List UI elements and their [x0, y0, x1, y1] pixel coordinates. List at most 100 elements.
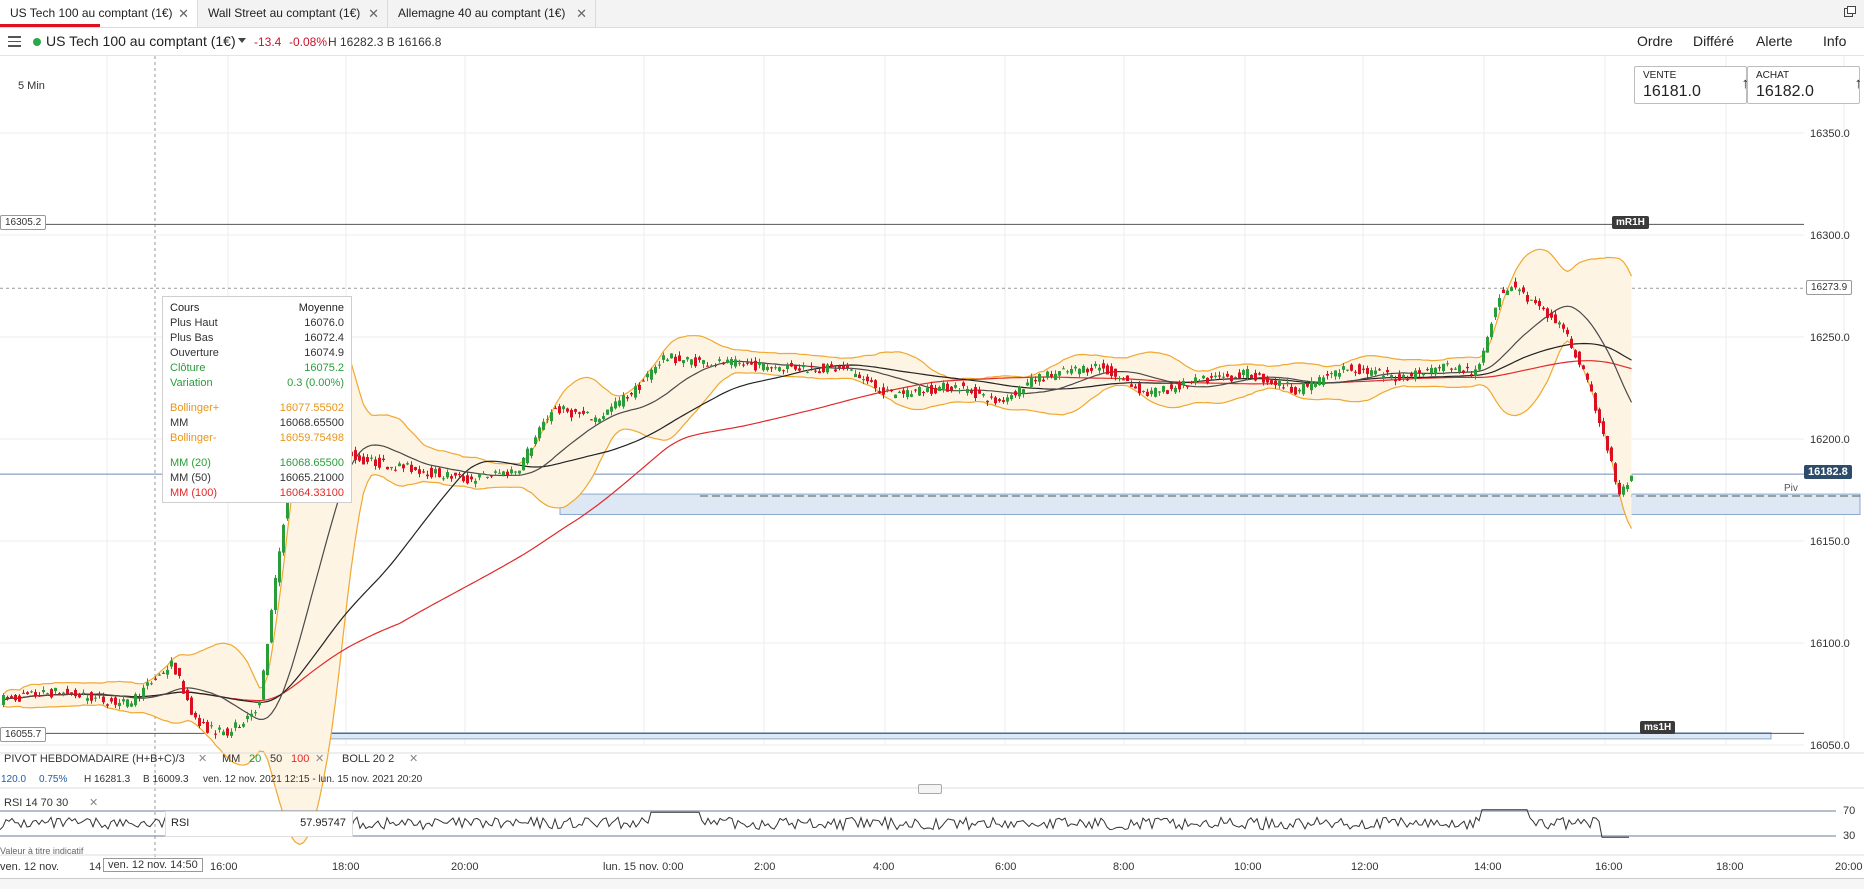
candle-body	[6, 696, 9, 699]
candle-body	[374, 459, 377, 466]
candle-body	[1518, 289, 1521, 292]
x-axis-label: 2:00	[754, 861, 776, 873]
candle-body	[1418, 370, 1421, 373]
candle-body	[1530, 299, 1533, 301]
close-icon[interactable]: ✕	[198, 752, 207, 765]
candle-body	[190, 697, 193, 715]
candle-body	[1030, 376, 1033, 387]
candle-body	[1426, 369, 1429, 371]
candle-body	[1146, 391, 1149, 396]
candle-body	[1558, 322, 1561, 325]
boll-indicator-label[interactable]: BOLL 20 2	[342, 753, 394, 765]
candle-body	[722, 362, 725, 365]
candle-body	[938, 386, 941, 392]
candle-body	[1050, 373, 1053, 377]
candle-body	[1282, 387, 1285, 389]
panel-resize-handle[interactable]	[918, 784, 942, 794]
close-icon[interactable]: ✕	[89, 796, 98, 809]
candle-body	[1202, 375, 1205, 379]
candle-body	[710, 365, 713, 367]
candle-body	[1182, 380, 1185, 386]
candle-body	[86, 698, 89, 701]
candle-body	[1438, 367, 1441, 369]
candle-body	[682, 360, 685, 364]
tooltip-value: 16075.2	[304, 362, 344, 374]
candle-body	[562, 406, 565, 410]
candle-body	[466, 475, 469, 484]
navigator-bar[interactable]	[0, 878, 1864, 889]
candle-body	[230, 731, 233, 736]
tooltip-key: MM	[170, 417, 189, 429]
candle-body	[46, 693, 49, 695]
candle-body	[614, 401, 617, 409]
candle-body	[874, 380, 877, 389]
candle-body	[1014, 391, 1017, 396]
candle-body	[830, 364, 833, 367]
candle-body	[1378, 369, 1381, 371]
candle-body	[754, 360, 757, 371]
tooltip-value: 16072.4	[304, 332, 344, 344]
candle-body	[1370, 370, 1373, 376]
pivot-indicator-label[interactable]: PIVOT HEBDOMADAIRE (H+B+C)/3	[4, 753, 185, 765]
candle-body	[1474, 369, 1477, 376]
candle-body	[1262, 373, 1265, 383]
candle-body	[1546, 308, 1549, 318]
candle-body	[1138, 383, 1141, 394]
candle-body	[1002, 400, 1005, 402]
candle-body	[586, 411, 589, 413]
candle-body	[1486, 337, 1489, 353]
candle-body	[202, 721, 205, 723]
candle-body	[910, 394, 913, 397]
candle-body	[674, 356, 677, 363]
tooltip-key: Variation	[170, 377, 213, 389]
close-icon[interactable]: ✕	[315, 752, 324, 765]
candle-body	[494, 471, 497, 473]
candle-body	[242, 723, 245, 727]
candle-body	[1162, 386, 1165, 392]
candle-body	[214, 733, 217, 735]
x-axis-label: 16:00	[210, 861, 238, 873]
rsi-indicator-label[interactable]: RSI 14 70 30	[4, 797, 68, 809]
tooltip-row: MM (50) 16065.21000	[170, 472, 344, 486]
tooltip-row: Clôture 16075.2	[170, 362, 344, 376]
candle-body	[62, 692, 65, 695]
x-axis-label: 20:00	[451, 861, 479, 873]
candle-body	[1166, 390, 1169, 394]
rsi-tooltip-value: 57.95747	[300, 817, 346, 829]
candle-body	[790, 362, 793, 367]
candle-body	[1450, 368, 1453, 370]
candle-body	[978, 389, 981, 394]
candle-body	[894, 394, 897, 399]
candle-body	[1130, 384, 1133, 387]
candle-body	[474, 480, 477, 484]
candle-body	[162, 672, 165, 674]
candle-body	[1254, 372, 1257, 381]
candle-body	[862, 379, 865, 381]
mr1h-tag: mR1H	[1612, 216, 1649, 229]
candle-body	[1454, 368, 1457, 370]
candle-body	[98, 694, 101, 696]
tooltip-key: Bollinger-	[170, 432, 217, 444]
sell-price-box[interactable]: VENTE 16181.0 ↑	[1634, 66, 1749, 104]
candle-body	[1598, 409, 1601, 424]
close-icon[interactable]: ✕	[409, 752, 418, 765]
candle-body	[134, 694, 137, 706]
candle-body	[1366, 368, 1369, 374]
candle-body	[1278, 380, 1281, 386]
candle-body	[462, 476, 465, 482]
tooltip-row: Variation 0.3 (0.00%)	[170, 377, 344, 391]
candle-body	[574, 409, 577, 412]
candle-body	[1446, 363, 1449, 365]
candle-body	[106, 704, 109, 706]
candle-body	[166, 669, 169, 675]
timeframe-label[interactable]: 5 Min	[18, 80, 45, 92]
candle-body	[1118, 378, 1121, 380]
mm-indicator-label[interactable]: MM	[222, 753, 240, 765]
candle-body	[282, 524, 285, 553]
ms1h-tag: ms1H	[1640, 721, 1676, 734]
candle-body	[810, 365, 813, 368]
candle-body	[1158, 391, 1161, 393]
candle-body	[1622, 486, 1625, 495]
candle-body	[38, 695, 41, 697]
buy-price-box[interactable]: ACHAT 16182.0 ↑	[1747, 66, 1862, 104]
